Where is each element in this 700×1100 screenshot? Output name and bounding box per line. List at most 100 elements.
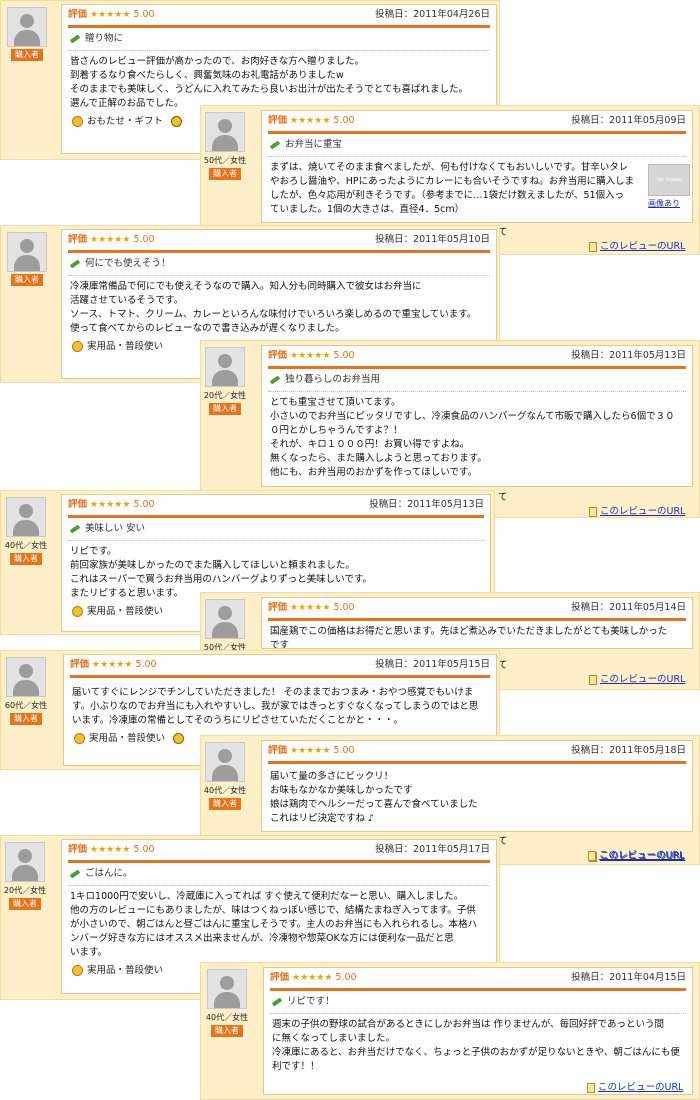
star-rating: ★★★★★ bbox=[92, 660, 133, 670]
pencil-icon bbox=[269, 139, 281, 150]
rating-score: 5.00 bbox=[333, 602, 355, 613]
star-rating: ★★★★★ bbox=[90, 10, 131, 20]
rating-score: 5.00 bbox=[133, 234, 155, 245]
avatar bbox=[205, 742, 245, 782]
review-text-line: 無くなったら、また購入しようと思っております。 bbox=[270, 453, 487, 464]
rating-label: 評価 bbox=[268, 115, 288, 126]
review-body: 皆さんのレビュー評価が高かったので、お肉好きな方へ贈りました。 到着するなり食べ… bbox=[70, 55, 488, 111]
post-date: 投稿日：2011年04月26日 bbox=[375, 9, 490, 20]
review-body: 週末の子供の野球の試合があるときにしかお弁当は 作りませんが、毎回好評であっとい… bbox=[272, 1018, 684, 1074]
review-text-line: 利です！！ bbox=[272, 1061, 320, 1072]
reviewer-info: 60代／女性 購入者 bbox=[4, 657, 48, 725]
review-body: まずは、焼いてそのまま食べましたが、何も付けなくてもおいしいです。甘辛いタレ や… bbox=[270, 161, 640, 217]
review-text-line: これはスーパーで買うお弁当用のハンバーグよりずっと美味しいです。 bbox=[70, 574, 372, 585]
smile-icon bbox=[72, 965, 83, 976]
smile-icon bbox=[72, 606, 83, 617]
review-title-text: リピです！ bbox=[287, 996, 335, 1007]
avatar bbox=[205, 112, 245, 152]
image-available-link[interactable]: 画像あり bbox=[648, 198, 680, 209]
purchaser-badge: 購入者 bbox=[11, 49, 43, 61]
review-body: 国産鶏でこの価格はお得だと思います。先ほど煮込みでいただきましたがとても美味しか… bbox=[270, 625, 684, 648]
divider bbox=[68, 275, 490, 276]
pencil-icon bbox=[269, 374, 281, 385]
star-rating: ★★★★★ bbox=[290, 746, 331, 756]
reviewer-demographic: 20代／女性 bbox=[3, 886, 47, 895]
document-icon bbox=[587, 1082, 595, 1093]
review-text-line: とても重宝させて頂いてます。 bbox=[270, 397, 401, 408]
rating-label: 評価 bbox=[68, 9, 88, 20]
review-url-label: このレビューのURL bbox=[600, 674, 686, 685]
star-rating: ★★★★★ bbox=[90, 845, 131, 855]
document-icon bbox=[588, 850, 596, 861]
star-rating: ★★★★★ bbox=[290, 116, 331, 126]
rating-score: 5.00 bbox=[335, 972, 357, 983]
smile-icon bbox=[72, 341, 83, 352]
star-rating: ★★★★★ bbox=[90, 235, 131, 245]
purchaser-badge: 購入者 bbox=[10, 553, 42, 565]
rating-label: 評価 bbox=[70, 659, 90, 670]
post-date: 投稿日：2011年04月15日 bbox=[571, 972, 686, 983]
pencil-icon bbox=[271, 996, 283, 1007]
review-url-link[interactable]: このレビューのURL bbox=[588, 847, 684, 861]
document-icon bbox=[589, 241, 597, 252]
purchaser-badge: 購入者 bbox=[10, 713, 42, 725]
review-url-link[interactable]: このレビューのURL bbox=[589, 238, 685, 252]
reviewer-demographic: 40代／女性 bbox=[203, 786, 247, 795]
review-title-text: 贈り物に bbox=[85, 33, 124, 44]
smile-icon bbox=[72, 116, 83, 127]
purchaser-badge: 購入者 bbox=[9, 898, 41, 910]
face-icon bbox=[171, 116, 183, 127]
review-text-line: やおろし醤油や、HPにあったようにカレーにも合いそうですね。お弁当用に購入しま bbox=[270, 176, 635, 187]
purchaser-badge: 購入者 bbox=[211, 1025, 243, 1037]
post-date: 投稿日：2011年05月10日 bbox=[375, 234, 490, 245]
review-text-line: ソース、トマト、クリーム、カレーといろんな味付けでいろいろ楽しめるので重宝してい… bbox=[70, 309, 477, 320]
review-text-line: 1キロ1000円で安いし、冷蔵庫に入ってれば すぐ使えて便利だなーと思い、購入し… bbox=[70, 891, 464, 902]
review-title-text: ごはんに。 bbox=[85, 868, 133, 879]
post-date: 投稿日：2011年05月15日 bbox=[375, 659, 490, 670]
review-text-line: 使って食べてからのレビューなので書き込みが遅くなりました。 bbox=[70, 323, 345, 334]
avatar bbox=[6, 657, 46, 697]
star-rating: ★★★★★ bbox=[290, 351, 331, 361]
review-header: 評価 ★★★★★ 5.00 投稿日：2011年05月17日 bbox=[68, 840, 490, 863]
rating-label: 評価 bbox=[268, 350, 288, 361]
review-header: 評価 ★★★★★ 5.00 投稿日：2011年05月15日 bbox=[70, 655, 490, 678]
post-date: 投稿日：2011年05月13日 bbox=[369, 499, 484, 510]
review-url-link[interactable]: このレビューのURL bbox=[589, 503, 685, 517]
usage-tag: 実用品・普段使い bbox=[87, 341, 164, 352]
rating-label: 評価 bbox=[68, 234, 88, 245]
rating-label: 評価 bbox=[268, 602, 288, 613]
reviewer-info: 購入者 bbox=[5, 7, 49, 61]
review-image-thumbnail[interactable]: No Image bbox=[648, 164, 690, 196]
face-icon bbox=[173, 733, 185, 744]
divider bbox=[68, 540, 484, 541]
review-panel: 評価 ★★★★★ 5.00 投稿日：2011年05月09日 お弁当に重宝 まずは… bbox=[261, 110, 693, 223]
star-rating: ★★★★★ bbox=[290, 603, 331, 613]
rating-label: 評価 bbox=[268, 745, 288, 756]
review-title: 贈り物に bbox=[69, 32, 488, 46]
reviewer-info: 50代／女性 bbox=[203, 599, 247, 653]
review-header: 評価 ★★★★★ 5.00 投稿日：2011年05月13日 bbox=[268, 346, 686, 369]
reviewer-info: 40代／女性 購入者 bbox=[203, 742, 247, 810]
avatar bbox=[205, 599, 245, 639]
divider bbox=[270, 1013, 686, 1014]
review-text-line: 皆さんのレビュー評価が高かったので、お肉好きな方へ贈りました。 bbox=[70, 56, 365, 67]
review-text-line: 他にも、お弁当用のおかずを作ってほしいです。 bbox=[270, 467, 478, 478]
post-date: 投稿日：2011年05月18日 bbox=[571, 745, 686, 756]
review-url-link[interactable]: このレビューのURL bbox=[587, 1079, 683, 1093]
review-text-line: が小さいので、朝ごはんと昼ごはんに重宝しそうです。主人のお弁当にも入れられるし。… bbox=[70, 919, 478, 930]
avatar bbox=[205, 347, 245, 387]
review-title-text: 美味しい 安い bbox=[85, 523, 146, 534]
reviewer-info: 50代／女性 購入者 bbox=[203, 112, 247, 180]
review-text-line: ていました。1個の大きさは、直径4．5cm） bbox=[270, 204, 465, 215]
review-url-link[interactable]: このレビューのURL bbox=[589, 671, 685, 685]
purchaser-badge: 購入者 bbox=[11, 274, 43, 286]
review-title: 独り暮らしのお弁当用 bbox=[269, 373, 684, 387]
review-panel: 評価 ★★★★★ 5.00 投稿日：2011年04月15日 リピです！ 週末の子… bbox=[263, 967, 693, 1095]
rating-score: 5.00 bbox=[333, 350, 355, 361]
review-body: 届いて量の多さにビックリ！ お味もなかなか美味しかったです 娘は鶏肉でヘルシーだ… bbox=[270, 770, 684, 826]
review-title: 何にでも使えそう！ bbox=[69, 257, 488, 271]
rating-score: 5.00 bbox=[133, 844, 155, 855]
post-date: 投稿日：2011年05月09日 bbox=[571, 115, 686, 126]
review-header: 評価 ★★★★★ 5.00 投稿日：2011年05月09日 bbox=[268, 111, 686, 134]
reviewer-info: 20代／女性 購入者 bbox=[203, 347, 247, 415]
